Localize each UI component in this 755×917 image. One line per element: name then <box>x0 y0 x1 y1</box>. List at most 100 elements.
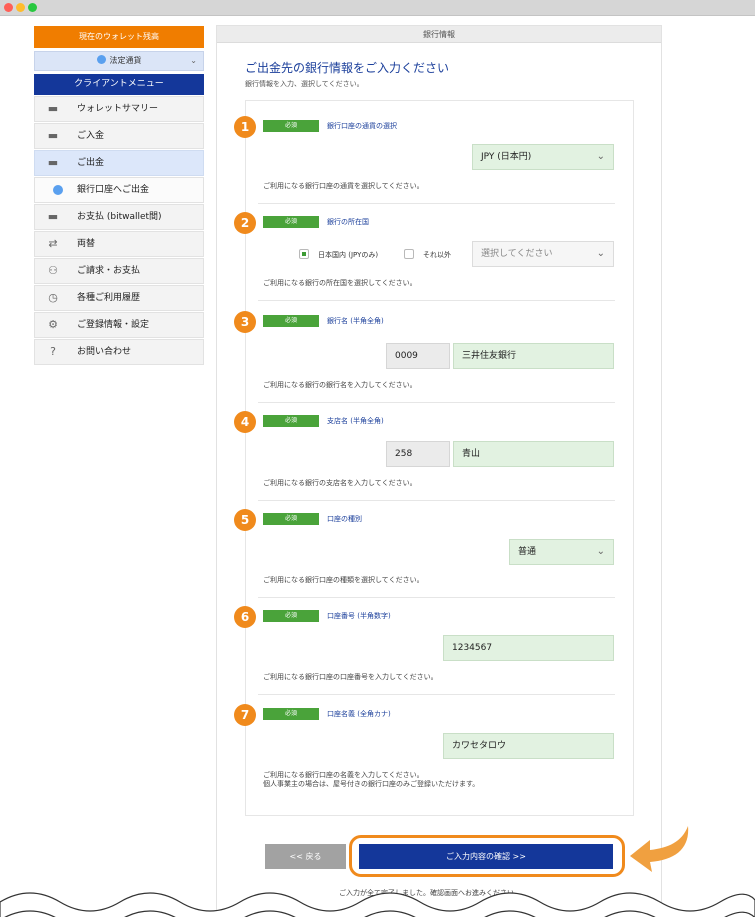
help-text: ご利用になる銀行の銀行名を入力してください。 <box>263 381 417 389</box>
client-menu-header: クライアントメニュー <box>34 74 204 95</box>
exchange-icon: ⇄ <box>48 237 58 250</box>
currency-select-label: 法定通貨 <box>109 56 142 65</box>
divider <box>258 597 615 598</box>
sidebar: 現在のウォレット残高 法定通貨 ⌄ クライアントメニュー ▬ ウォレットサマリー… <box>34 26 204 365</box>
sidebar-item-bank-withdraw[interactable]: 銀行口座へご出金 <box>34 177 204 203</box>
step-number: 5 <box>234 509 256 531</box>
help-text: ご利用になる銀行口座の通貨を選択してください。 <box>263 182 424 190</box>
sidebar-item-label: ご入金 <box>77 131 105 141</box>
gear-icon: ⚙ <box>48 318 58 331</box>
sidebar-item-settings[interactable]: ⚙ ご登録情報・設定 <box>34 312 204 338</box>
sidebar-item-deposit[interactable]: ▬ ご入金 <box>34 123 204 149</box>
chevron-down-icon: ⌄ <box>596 546 605 557</box>
divider <box>258 500 615 501</box>
help-text: ご利用になる銀行口座の名義を入力してください。 <box>263 771 424 779</box>
payment-icon: ▬ <box>47 210 59 223</box>
currency-select[interactable]: 法定通貨 ⌄ <box>34 51 204 71</box>
history-icon: ◷ <box>48 291 58 304</box>
field-label-country: 銀行の所在国 <box>327 218 369 226</box>
field-label-branch-name: 支店名 (半角全角) <box>327 417 384 425</box>
field-label-account-type: 口座の種別 <box>327 515 362 523</box>
country-dropdown-placeholder: 選択してください <box>481 249 553 259</box>
bank-code-field[interactable]: 0009 <box>386 343 450 369</box>
sidebar-item-contact[interactable]: ? お問い合わせ <box>34 339 204 365</box>
step-number: 1 <box>234 116 256 138</box>
required-badge: 必須 <box>263 315 319 327</box>
users-icon: ⚇ <box>48 264 58 277</box>
page-content: 現在のウォレット残高 法定通貨 ⌄ クライアントメニュー ▬ ウォレットサマリー… <box>0 16 755 917</box>
help-text-business: 個人事業主の場合は、屋号付きの銀行口座のみご登録いただけます。 <box>263 780 480 788</box>
help-icon: ? <box>50 345 56 358</box>
sidebar-item-label: ご請求・お支払 <box>77 266 141 276</box>
sidebar-item-exchange[interactable]: ⇄ 両替 <box>34 231 204 257</box>
divider <box>258 300 615 301</box>
sidebar-item-label: お問い合わせ <box>77 347 132 357</box>
required-badge: 必須 <box>263 216 319 228</box>
required-badge: 必須 <box>263 708 319 720</box>
sidebar-item-invoice[interactable]: ⚇ ご請求・お支払 <box>34 258 204 284</box>
chevron-down-icon: ⌄ <box>596 248 605 259</box>
help-text: ご利用になる銀行の所在国を選択してください。 <box>263 279 417 287</box>
radio-domestic[interactable] <box>299 249 309 259</box>
chevron-down-icon: ⌄ <box>190 56 197 65</box>
branch-name-field[interactable]: 青山 <box>453 441 614 467</box>
account-holder-field[interactable]: カワセタロウ <box>443 733 614 759</box>
divider <box>258 402 615 403</box>
coin-icon <box>96 55 106 64</box>
account-type-value: 普通 <box>518 547 537 557</box>
panel-header: 銀行情報 <box>217 26 661 43</box>
currency-dropdown[interactable]: JPY (日本円) ⌄ <box>472 144 614 170</box>
left-margin <box>0 16 32 917</box>
divider <box>258 203 615 204</box>
help-text: ご利用になる銀行の支店名を入力してください。 <box>263 479 417 487</box>
maximize-dot-icon[interactable] <box>28 3 37 12</box>
wallet-balance-header: 現在のウォレット残高 <box>34 26 204 48</box>
pointer-arrow-icon <box>630 826 689 872</box>
app-window: 現在のウォレット残高 法定通貨 ⌄ クライアントメニュー ▬ ウォレットサマリー… <box>0 0 755 917</box>
bank-name-field[interactable]: 三井住友銀行 <box>453 343 614 369</box>
step-number: 7 <box>234 704 256 726</box>
sidebar-item-label: ご登録情報・設定 <box>77 320 150 330</box>
branch-code-field[interactable]: 258 <box>386 441 450 467</box>
chevron-down-icon: ⌄ <box>596 151 605 162</box>
field-label-bank-name: 銀行名 (半角全角) <box>327 317 384 325</box>
title-bar <box>0 0 755 16</box>
deposit-icon: ▬ <box>47 129 59 142</box>
torn-edge <box>0 892 755 917</box>
account-type-dropdown[interactable]: 普通 ⌄ <box>509 539 614 565</box>
page-title: ご出金先の銀行情報をご入力ください <box>245 61 450 75</box>
sidebar-item-label: ウォレットサマリー <box>77 104 159 114</box>
withdraw-icon: ▬ <box>47 156 59 169</box>
field-label-account-holder: 口座名義 (全角カナ) <box>327 710 391 718</box>
sidebar-item-label: 各種ご利用履歴 <box>77 293 141 303</box>
sidebar-item-label: 銀行口座へご出金 <box>77 185 150 195</box>
step-number: 3 <box>234 311 256 333</box>
sidebar-item-payment[interactable]: ▬ お支払 (bitwallet間) <box>34 204 204 230</box>
step-number: 4 <box>234 411 256 433</box>
sidebar-item-history[interactable]: ◷ 各種ご利用履歴 <box>34 285 204 311</box>
confirm-button[interactable]: ご入力内容の確認 >> <box>359 844 613 869</box>
currency-dropdown-value: JPY (日本円) <box>481 152 532 162</box>
help-text: ご利用になる銀行口座の種類を選択してください。 <box>263 576 424 584</box>
sidebar-item-withdraw[interactable]: ▬ ご出金 <box>34 150 204 176</box>
required-badge: 必須 <box>263 120 319 132</box>
step-number: 6 <box>234 606 256 628</box>
sidebar-item-label: 両替 <box>77 239 96 249</box>
minimize-dot-icon[interactable] <box>16 3 25 12</box>
back-button[interactable]: << 戻る <box>265 844 346 869</box>
sidebar-item-wallet-summary[interactable]: ▬ ウォレットサマリー <box>34 96 204 122</box>
wallet-icon: ▬ <box>47 102 59 115</box>
coin-icon <box>53 185 63 195</box>
account-number-field[interactable]: 1234567 <box>443 635 614 661</box>
sidebar-item-label: ご出金 <box>77 158 105 168</box>
radio-other-label: それ以外 <box>423 251 451 259</box>
required-badge: 必須 <box>263 513 319 525</box>
required-badge: 必須 <box>263 415 319 427</box>
sidebar-item-label: お支払 (bitwallet間) <box>77 212 162 222</box>
page-subtitle: 銀行情報を入力、選択してください。 <box>245 80 364 88</box>
radio-other[interactable] <box>404 249 414 259</box>
field-label-currency: 銀行口座の通貨の選択 <box>327 122 397 130</box>
help-text: ご利用になる銀行口座の口座番号を入力してください。 <box>263 673 438 681</box>
close-dot-icon[interactable] <box>4 3 13 12</box>
country-dropdown[interactable]: 選択してください ⌄ <box>472 241 614 267</box>
